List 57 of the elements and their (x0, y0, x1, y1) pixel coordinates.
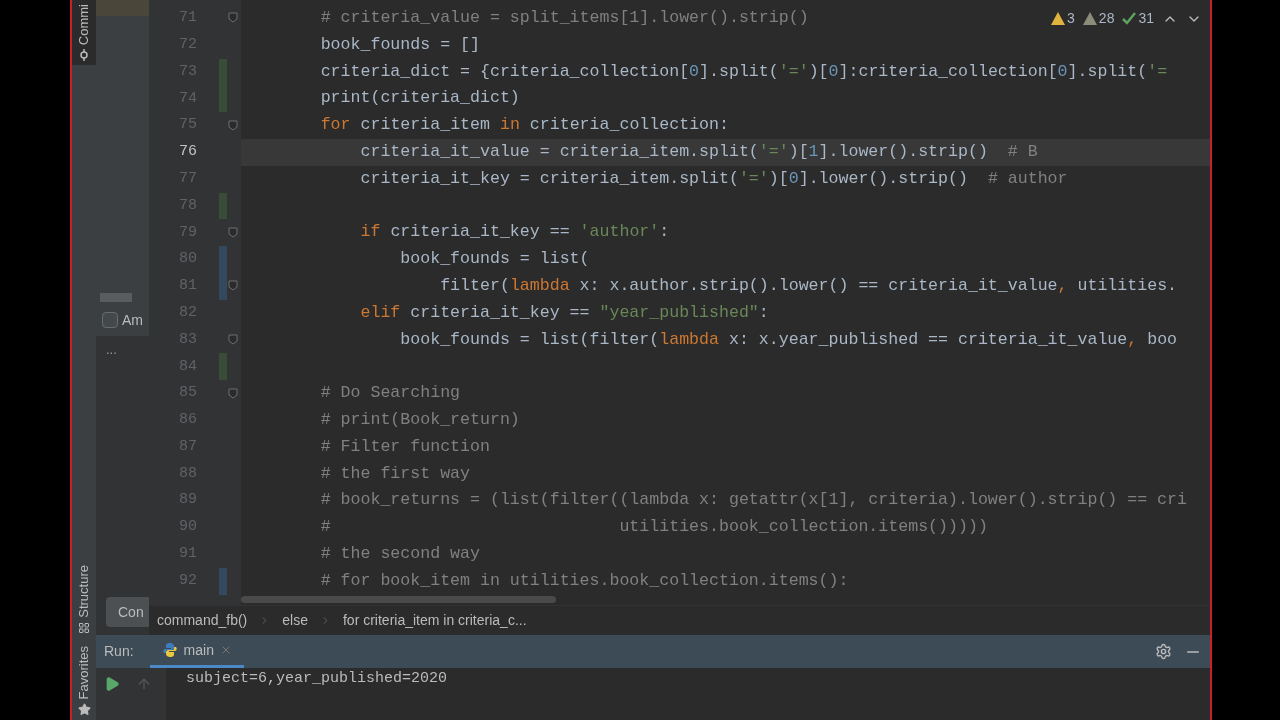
checkmark-icon (1122, 12, 1137, 25)
code-line: book_founds = [] (319, 33, 480, 56)
structure-icon (78, 621, 90, 634)
commit-tab[interactable]: Commi (72, 0, 96, 66)
run-icon[interactable] (104, 676, 120, 692)
change-marker (219, 192, 227, 220)
code-line: elif criteria_it_key == "year_published": (359, 301, 769, 324)
code-line: criteria_it_key = criteria_item.split('=')[0].lower().strip() # author (359, 167, 1068, 190)
panel-header (96, 0, 149, 16)
code-line: # the first way (319, 462, 471, 485)
fold-icon (228, 387, 238, 399)
structure-tab[interactable]: Structure (74, 564, 94, 634)
code-line: print(criteria_dict) (319, 87, 520, 110)
python-icon (161, 642, 178, 658)
code-line: # Filter function (319, 435, 490, 458)
code-line: for criteria_item in criteria_collection: (319, 114, 729, 137)
warning-icon (1051, 12, 1066, 25)
code-line: # utilities.book_collection.items())))) (319, 516, 988, 539)
favorites-tab[interactable]: Favorites (74, 645, 94, 716)
horizontal-scrollbar[interactable] (241, 596, 556, 603)
code-line: criteria_it_value = criteria_item.split('=')[1].lower().strip() # B (359, 140, 1038, 163)
code-line: # Do Searching (319, 382, 461, 405)
change-marker (219, 353, 227, 381)
code-line: book_founds = list(filter(lambda x: x.year_published == criteria_it_value, boo (399, 328, 1178, 351)
breadcrumb[interactable]: else (278, 610, 312, 631)
breadcrumb[interactable]: command_fb() (153, 610, 252, 631)
code-line: filter(lambda x: x.author.strip().lower() == criteria_it_value, utilities. (439, 274, 1178, 297)
scrollbar[interactable] (100, 293, 132, 302)
fold-icon (228, 226, 238, 238)
inspection-count: 31 (1138, 9, 1154, 28)
breadcrumb[interactable]: for criteria_item in criteria_c... (338, 610, 531, 631)
inspection-count: 3 (1067, 9, 1075, 28)
fold-icon (228, 119, 238, 131)
settings-icon[interactable] (1155, 643, 1172, 660)
checkbox[interactable] (102, 312, 118, 328)
fold-icon (228, 280, 238, 292)
commit-button[interactable]: Con (106, 597, 149, 627)
change-marker (219, 567, 227, 595)
console-output: subject=6,year_published=2020 (186, 669, 448, 689)
inspection-count: 28 (1098, 9, 1115, 28)
code-line: # the second way (319, 542, 480, 565)
code-line: # book_returns = (list(filter((lambda x: getattr(x[1], criteria).lower().strip() == cri (319, 489, 1187, 512)
code-line: # print(Book_return) (319, 408, 520, 431)
fold-icon (228, 333, 238, 345)
fold-icon (228, 12, 238, 24)
checkbox-label: Am (122, 310, 143, 330)
ellipsis-text: ... (105, 341, 117, 359)
code-line: if criteria_it_key == 'author': (359, 221, 670, 244)
code-line: # for book_item in utilities.book_collection.items(): (319, 569, 849, 592)
code-line: criteria_dict = {criteria_collection[0].split('=')[0]:criteria_collection[0].split('= (319, 60, 1168, 83)
commit-icon (78, 49, 90, 62)
line-number: 76 (178, 142, 197, 163)
warning-icon (1082, 12, 1097, 25)
code-line: # criteria_value = split_items[1].lower().strip() (319, 6, 809, 29)
run-label: Run: (104, 642, 134, 661)
code-line: book_founds = list( (399, 248, 590, 271)
star-icon (77, 703, 91, 716)
